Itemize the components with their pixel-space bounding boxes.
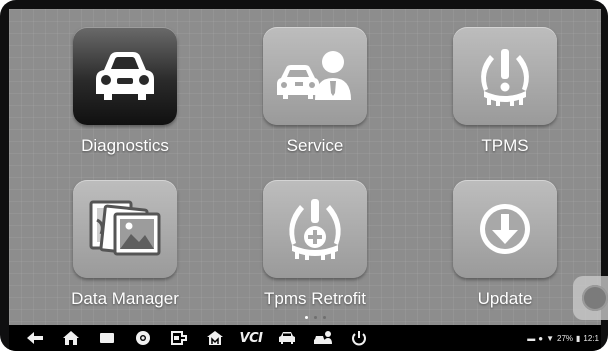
wifi-icon: ▼ — [546, 333, 554, 343]
app-tile[interactable] — [73, 180, 177, 278]
recent-apps-icon — [100, 333, 114, 343]
browser-button[interactable] — [125, 326, 161, 350]
app-data-manager[interactable]: Data Manager — [55, 180, 195, 325]
page-dot[interactable] — [314, 316, 317, 319]
page-indicator — [305, 316, 326, 322]
app-tile[interactable] — [453, 180, 557, 278]
car-front-icon — [96, 52, 154, 100]
page-dot[interactable] — [323, 316, 326, 319]
photo-stack-icon — [89, 200, 161, 256]
battery-icon: ▮ — [576, 333, 581, 343]
app-label: Diagnostics — [81, 136, 169, 155]
car-icon — [279, 332, 295, 344]
power-icon — [352, 331, 366, 346]
power-button[interactable] — [341, 326, 377, 350]
chat-icon: ▬ — [527, 333, 536, 343]
app-tpms-retrofit[interactable]: Tpms Retrofit — [245, 180, 385, 325]
status-time: 12:1 — [583, 333, 599, 343]
app-label: Tpms Retrofit — [263, 289, 367, 308]
floating-assist-button[interactable] — [573, 276, 608, 320]
download-arrow-icon — [480, 204, 530, 254]
app-service[interactable]: Service — [245, 27, 385, 177]
car-technician-icon — [277, 51, 351, 100]
connector-button[interactable] — [161, 326, 197, 350]
battery-level: 27% — [557, 333, 574, 343]
app-tile[interactable] — [263, 27, 367, 125]
home-button[interactable] — [53, 326, 89, 350]
home-icon — [63, 331, 79, 345]
device-bezel: Diagnostics Service TPMS Data Manager Tp… — [0, 0, 608, 351]
app-diagnostics[interactable]: Diagnostics — [55, 27, 195, 177]
autel-home-button[interactable] — [197, 326, 233, 350]
car-person-icon — [314, 331, 332, 344]
back-icon — [27, 332, 43, 344]
back-button[interactable] — [17, 326, 53, 350]
page-dot-active[interactable] — [305, 316, 308, 319]
autel-home-icon — [207, 331, 223, 345]
tpms-warning-icon — [481, 49, 529, 106]
app-label: Service — [286, 136, 344, 155]
app-label: Data Manager — [71, 289, 179, 308]
status-bar: ▬ ● ▼ 27% ▮ 12:1 — [527, 325, 601, 351]
app-label: TPMS — [481, 136, 529, 155]
app-update[interactable]: Update — [435, 180, 575, 325]
vci-button[interactable]: VCI — [233, 326, 269, 350]
recent-apps-button[interactable] — [89, 326, 125, 350]
bottom-navigation-bar: VCI ▬ ● ▼ 27% ▮ 12:1 — [9, 325, 601, 351]
connector-icon — [171, 331, 187, 345]
floating-button-circle-icon — [582, 285, 608, 311]
home-screen: Diagnostics Service TPMS Data Manager Tp… — [9, 9, 601, 325]
tpms-retrofit-icon — [289, 199, 341, 260]
car-person-button[interactable] — [305, 326, 341, 350]
app-tile[interactable] — [453, 27, 557, 125]
car-button[interactable] — [269, 326, 305, 350]
browser-icon — [136, 331, 150, 345]
app-tile[interactable] — [73, 27, 177, 125]
app-label: Update — [477, 289, 533, 308]
app-tpms[interactable]: TPMS — [435, 27, 575, 177]
location-icon: ● — [538, 333, 544, 343]
app-tile[interactable] — [263, 180, 367, 278]
vci-icon: VCI — [239, 330, 263, 346]
